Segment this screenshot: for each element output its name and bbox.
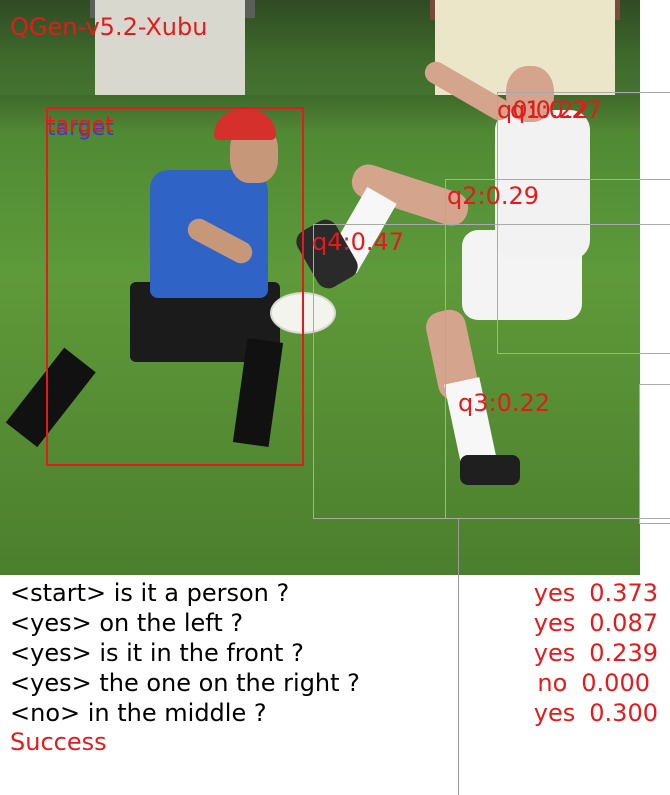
- candidate-box-q4: [313, 224, 670, 519]
- answer-score: 0.373: [589, 579, 658, 607]
- answer-score: 0.300: [589, 699, 658, 727]
- answer-score: 0.239: [589, 639, 658, 667]
- dialogue-question: <yes> the one on the right ?: [10, 669, 360, 697]
- answer-word: no: [537, 669, 568, 697]
- dialogue-answer: yes 0.239: [534, 639, 658, 667]
- dialogue-question: <yes> is it in the front ?: [10, 639, 304, 667]
- candidate-box-q3: [639, 384, 670, 524]
- dialogue-answer: yes 0.300: [534, 699, 658, 727]
- target-bounding-box: [46, 107, 304, 466]
- game-result: Success: [10, 728, 107, 756]
- object-label-q1: q1:0.27: [510, 96, 603, 124]
- answer-score: 0.000: [581, 669, 650, 697]
- column-divider: [458, 519, 459, 795]
- dialogue-answer: yes 0.373: [534, 579, 658, 607]
- answer-score: 0.087: [589, 609, 658, 637]
- model-name-label: QGen-v5.2-Xubu: [10, 13, 208, 41]
- answer-word: yes: [533, 699, 576, 727]
- answer-word: yes: [533, 579, 576, 607]
- object-label-q2: q2:0.29: [447, 182, 540, 210]
- answer-word: yes: [533, 609, 576, 637]
- dialogue-question: <no> in the middle ?: [10, 699, 267, 727]
- answer-word: yes: [533, 639, 576, 667]
- dialogue-answer: yes 0.087: [534, 609, 658, 637]
- dialogue-answer: no 0.000: [537, 669, 650, 697]
- target-label: target: [47, 113, 114, 138]
- object-label-q3: q3:0.22: [458, 389, 551, 417]
- dialogue-question: <start> is it a person ?: [10, 579, 290, 607]
- object-label-q4: q4:0.47: [312, 228, 405, 256]
- dialogue-question: <yes> on the left ?: [10, 609, 244, 637]
- visualization-canvas: QGen-v5.2-Xubu target target q0:0.22 q1:…: [0, 0, 670, 795]
